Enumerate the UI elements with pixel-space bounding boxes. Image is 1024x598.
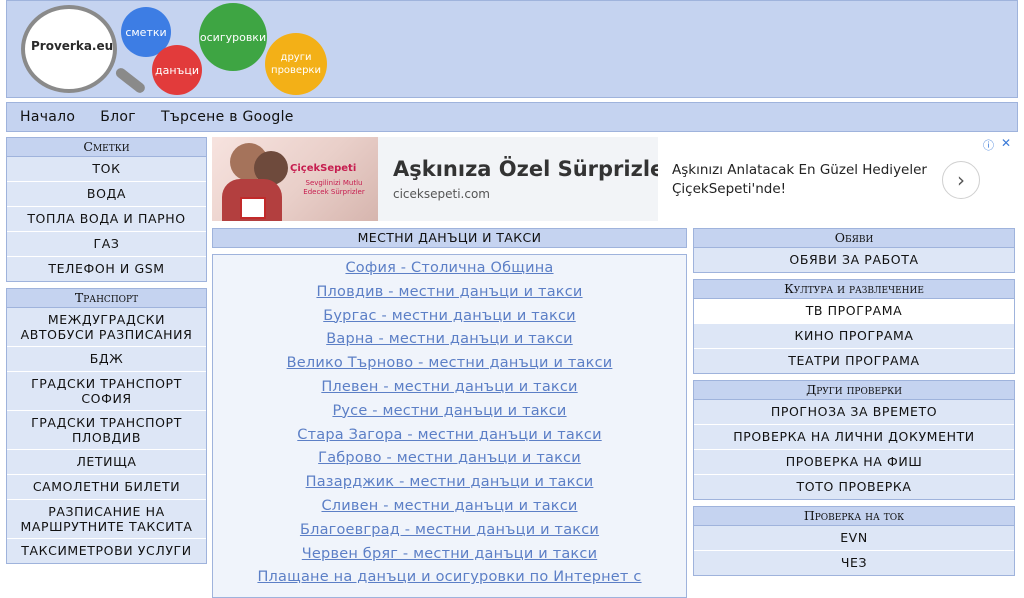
ad-description[interactable]: Aşkınızı Anlatacak En Güzel Hediyeler Çi… bbox=[672, 161, 952, 199]
sidebar-item-phone[interactable]: ТЕЛЕФОН И GSM bbox=[7, 256, 206, 281]
sidebar-item-flight-tickets[interactable]: САМОЛЕТНИ БИЛЕТИ bbox=[7, 474, 206, 499]
chevron-right-icon[interactable]: › bbox=[942, 161, 980, 199]
sidebar-item-theatre-program[interactable]: ТЕАТРИ ПРОГРАМА bbox=[694, 348, 1014, 373]
sidebar-item-evn[interactable]: EVN bbox=[694, 526, 1014, 550]
link-burgas[interactable]: Бургас - местни данъци и такси bbox=[213, 305, 686, 329]
magnifier-handle-icon bbox=[113, 66, 147, 95]
ad-domain[interactable]: ciceksepeti.com bbox=[393, 187, 490, 201]
main-content: МЕСТНИ ДАНЪЦИ И ТАКСИ София - Столична О… bbox=[212, 228, 687, 598]
sidebar-item-sofia-transport[interactable]: ГРАДСКИ ТРАНСПОРТ СОФИЯ bbox=[7, 371, 206, 410]
link-sliven[interactable]: Сливен - местни данъци и такси bbox=[213, 495, 686, 519]
sidebar-item-minibus-schedule[interactable]: РАЗПИСАНИЕ НА МАРШРУТНИТЕ ТАКСИТА bbox=[7, 499, 206, 538]
sidebar-item-tv-program[interactable]: ТВ ПРОГРАМА bbox=[694, 299, 1014, 323]
link-plovdiv[interactable]: Пловдив - местни данъци и такси bbox=[213, 281, 686, 305]
culture-box: Култура и развлечение ТВ ПРОГРАМА КИНО П… bbox=[693, 279, 1015, 374]
bills-title: Сметки bbox=[7, 138, 206, 157]
other-checks-box: Други проверки ПРОГНОЗА ЗА ВРЕМЕТО ПРОВЕ… bbox=[693, 380, 1015, 500]
sidebar-item-electricity[interactable]: ТОК bbox=[7, 157, 206, 181]
link-cherven-bryag[interactable]: Червен бряг - местни данъци и такси bbox=[213, 543, 686, 567]
close-icon[interactable]: ✕ bbox=[1001, 136, 1011, 150]
sidebar-item-toto-check[interactable]: ТОТО ПРОВЕРКА bbox=[694, 474, 1014, 499]
left-sidebar: Сметки ТОК ВОДА ТОПЛА ВОДА И ПАРНО ГАЗ Т… bbox=[6, 137, 207, 570]
link-pleven[interactable]: Плевен - местни данъци и такси bbox=[213, 376, 686, 400]
ads-box: Обяви ОБЯВИ ЗА РАБОТА bbox=[693, 228, 1015, 273]
link-veliko-tarnovo[interactable]: Велико Търново - местни данъци и такси bbox=[213, 352, 686, 376]
nav-blog[interactable]: Блог bbox=[100, 109, 136, 125]
logo-text[interactable]: Proverka.eu bbox=[31, 39, 113, 53]
info-icon[interactable]: ⓘ bbox=[983, 137, 994, 153]
bubble-insurance[interactable]: осигуровки bbox=[199, 3, 267, 71]
local-taxes-list: София - Столична Община Пловдив - местни… bbox=[212, 254, 687, 598]
sidebar-item-heating[interactable]: ТОПЛА ВОДА И ПАРНО bbox=[7, 206, 206, 231]
sidebar-item-water[interactable]: ВОДА bbox=[7, 181, 206, 206]
sidebar-item-plovdiv-transport[interactable]: ГРАДСКИ ТРАНСПОРТ ПЛОВДИВ bbox=[7, 410, 206, 449]
sidebar-item-intercity-buses[interactable]: МЕЖДУГРАДСКИ АВТОБУСИ РАЗПИСАНИЯ bbox=[7, 308, 206, 346]
link-sofia[interactable]: София - Столична Община bbox=[213, 257, 686, 281]
sidebar-item-bdz[interactable]: БДЖ bbox=[7, 346, 206, 371]
sidebar-item-cinema-program[interactable]: КИНО ПРОГРАМА bbox=[694, 323, 1014, 348]
sidebar-item-fish-check[interactable]: ПРОВЕРКА НА ФИШ bbox=[694, 449, 1014, 474]
top-nav: Начало Блог Търсене в Google bbox=[6, 102, 1018, 132]
right-sidebar: Обяви ОБЯВИ ЗА РАБОТА Култура и развлече… bbox=[693, 228, 1015, 582]
ad-brand-subtitle: Sevgilinizi Mutlu Edecek Sürprizler bbox=[303, 179, 365, 196]
ad-title[interactable]: Aşkınıza Özel Sürprizler bbox=[393, 157, 675, 181]
electricity-check-box: Проверка на ток EVN ЧЕЗ bbox=[693, 506, 1015, 576]
sidebar-item-weather[interactable]: ПРОГНОЗА ЗА ВРЕМЕТО bbox=[694, 400, 1014, 424]
link-varna[interactable]: Варна - местни данъци и такси bbox=[213, 328, 686, 352]
link-pazardzhik[interactable]: Пазарджик - местни данъци и такси bbox=[213, 471, 686, 495]
link-ruse[interactable]: Русе - местни данъци и такси bbox=[213, 400, 686, 424]
link-stara-zagora[interactable]: Стара Загора - местни данъци и такси bbox=[213, 424, 686, 448]
bubble-other-checks[interactable]: други проверки bbox=[265, 33, 327, 95]
nav-home[interactable]: Начало bbox=[20, 109, 75, 125]
gift-box-icon bbox=[240, 197, 266, 219]
link-gabrovo[interactable]: Габрово - местни данъци и такси bbox=[213, 447, 686, 471]
ads-title: Обяви bbox=[694, 229, 1014, 248]
other-checks-title: Други проверки bbox=[694, 381, 1014, 400]
link-blagoevgrad[interactable]: Благоевград - местни данъци и такси bbox=[213, 519, 686, 543]
sidebar-item-gas[interactable]: ГАЗ bbox=[7, 231, 206, 256]
ad-image[interactable]: ÇiçekSepeti Sevgilinizi Mutlu Edecek Sür… bbox=[212, 137, 378, 221]
sidebar-item-airports[interactable]: ЛЕТИЩА bbox=[7, 449, 206, 474]
sidebar-item-id-documents[interactable]: ПРОВЕРКА НА ЛИЧНИ ДОКУМЕНТИ bbox=[694, 424, 1014, 449]
ad-description-panel[interactable]: Aşkınızı Anlatacak En Güzel Hediyeler Çi… bbox=[658, 136, 1015, 221]
ad-brand: ÇiçekSepeti bbox=[290, 163, 357, 174]
ad-banner[interactable]: ÇiçekSepeti Sevgilinizi Mutlu Edecek Sür… bbox=[212, 136, 1015, 221]
sidebar-item-taxi-services[interactable]: ТАКСИМЕТРОВИ УСЛУГИ bbox=[7, 538, 206, 563]
transport-title: Транспорт bbox=[7, 289, 206, 308]
sidebar-item-job-ads[interactable]: ОБЯВИ ЗА РАБОТА bbox=[694, 248, 1014, 272]
sidebar-item-cez[interactable]: ЧЕЗ bbox=[694, 550, 1014, 575]
electricity-check-title: Проверка на ток bbox=[694, 507, 1014, 526]
nav-google-search[interactable]: Търсене в Google bbox=[161, 109, 294, 125]
section-title: МЕСТНИ ДАНЪЦИ И ТАКСИ bbox=[212, 228, 687, 248]
site-header: Proverka.eu сметки данъци осигуровки дру… bbox=[6, 0, 1018, 98]
bubble-taxes[interactable]: данъци bbox=[152, 45, 202, 95]
culture-title: Култура и развлечение bbox=[694, 280, 1014, 299]
transport-box: Транспорт МЕЖДУГРАДСКИ АВТОБУСИ РАЗПИСАН… bbox=[6, 288, 207, 564]
link-online-payment[interactable]: Плащане на данъци и осигуровки по Интерн… bbox=[213, 566, 686, 590]
bills-box: Сметки ТОК ВОДА ТОПЛА ВОДА И ПАРНО ГАЗ Т… bbox=[6, 137, 207, 282]
